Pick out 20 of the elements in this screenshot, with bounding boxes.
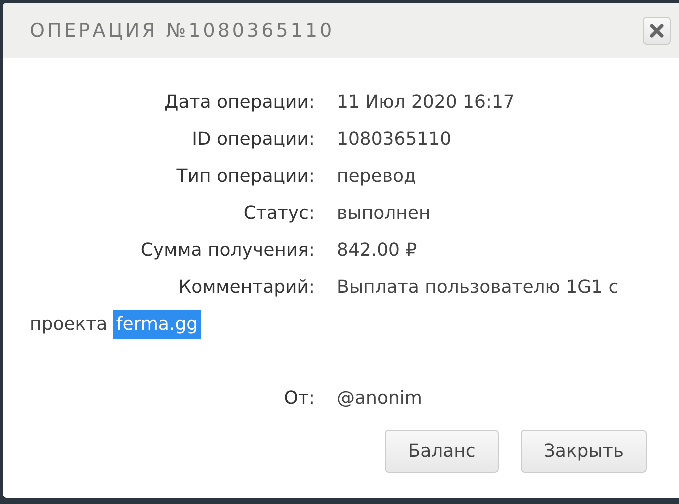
field-label: Тип операции: [176,165,316,189]
dialog-button[interactable]: Баланс [385,430,499,473]
dialog-button[interactable]: Закрыть [520,430,647,473]
field-value: @anonim [337,387,422,411]
field-label: Дата операции: [164,91,316,115]
field-label: От: [283,387,316,411]
field-value: 842.00 ₽ [337,239,418,263]
field-value: выполнен [337,202,431,226]
field-label: Комментарий: [178,276,316,300]
close-icon [650,24,664,38]
window-title: ОПЕРАЦИЯ №1080365110 [30,20,335,42]
close-button[interactable] [643,16,671,44]
field-value: 11 Июл 2020 16:17 [337,91,515,115]
field-value: 1080365110 [337,128,452,152]
comment-text: проекта ferma.gg [30,310,202,339]
comment-text: Выплата пользователю 1G1 с [337,276,619,300]
field-value: перевод [337,165,416,189]
field-label: Сумма получения: [140,239,316,263]
field-label: ID операции: [191,128,316,152]
field-label: Статус: [242,202,316,226]
